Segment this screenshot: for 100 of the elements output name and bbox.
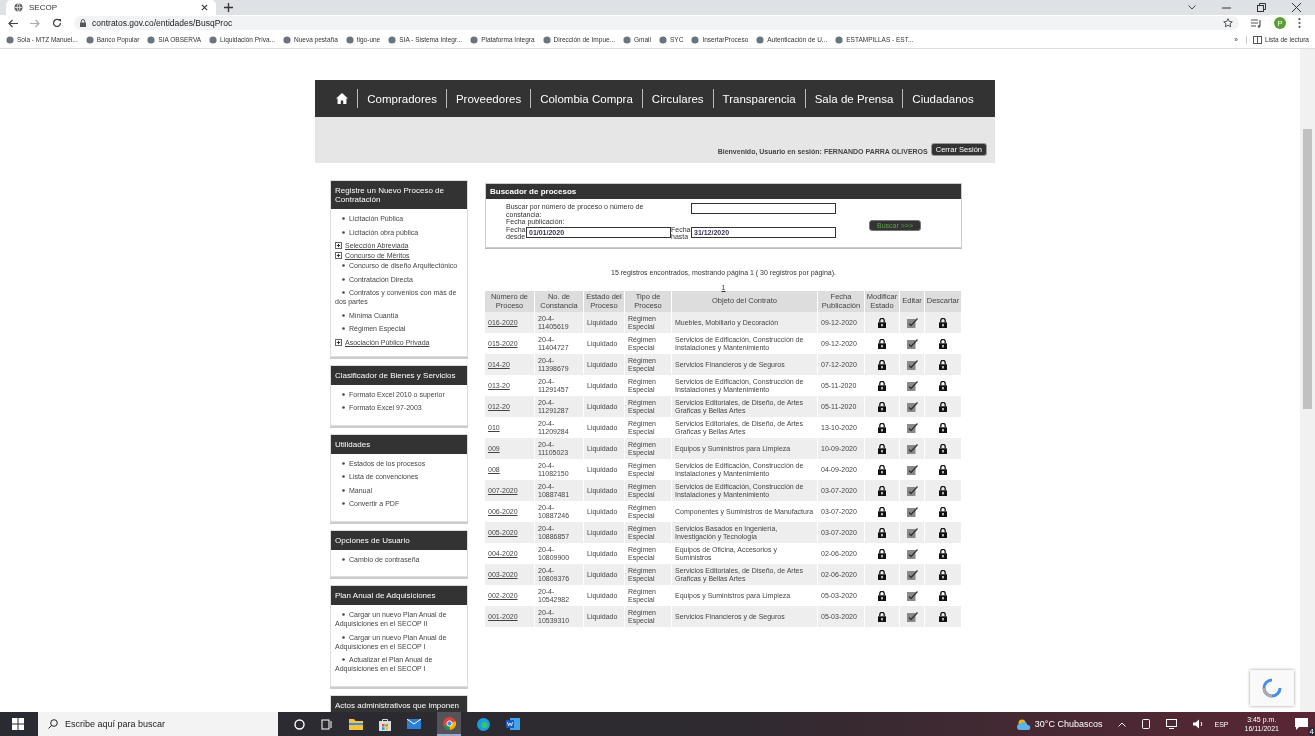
panel-title: Buscador de procesos bbox=[486, 184, 961, 199]
lock-icon[interactable] bbox=[878, 422, 886, 433]
edit-icon[interactable] bbox=[906, 401, 918, 412]
back-arrow-icon[interactable] bbox=[8, 18, 18, 28]
network-icon[interactable] bbox=[1166, 719, 1178, 729]
nav-link[interactable]: Proveedores bbox=[455, 92, 522, 105]
envelope-icon[interactable] bbox=[407, 719, 421, 729]
edit-icon[interactable] bbox=[906, 548, 918, 559]
lock-icon[interactable] bbox=[939, 485, 947, 496]
lock-icon[interactable] bbox=[939, 401, 947, 412]
edit-icon[interactable] bbox=[906, 527, 918, 538]
tablet-icon[interactable] bbox=[1142, 719, 1151, 729]
bullet-icon bbox=[342, 392, 345, 396]
edit-icon[interactable] bbox=[906, 359, 918, 370]
lock-icon[interactable] bbox=[939, 527, 947, 538]
edit-icon[interactable] bbox=[906, 422, 918, 433]
bullet-icon bbox=[342, 658, 345, 662]
speaker-icon[interactable] bbox=[1193, 719, 1205, 729]
sidebar-heading: Opciones de Usuario bbox=[331, 530, 467, 550]
lock-icon[interactable] bbox=[878, 443, 886, 454]
lock-icon[interactable] bbox=[939, 590, 947, 601]
process-number-field[interactable] bbox=[691, 203, 836, 214]
lock-icon[interactable] bbox=[939, 380, 947, 391]
lock-icon[interactable] bbox=[878, 317, 886, 328]
edit-icon[interactable] bbox=[906, 485, 918, 496]
weather-cloud-icon[interactable] bbox=[1016, 718, 1031, 730]
edit-icon[interactable] bbox=[906, 569, 918, 580]
new-tab-icon[interactable] bbox=[224, 3, 233, 12]
minimize-icon[interactable] bbox=[1222, 6, 1231, 9]
star-icon[interactable] bbox=[1223, 18, 1233, 28]
circle-icon[interactable] bbox=[294, 718, 305, 730]
circle-icon bbox=[147, 35, 156, 44]
edit-icon[interactable] bbox=[906, 464, 918, 475]
nav-link[interactable]: Circulares bbox=[651, 92, 704, 105]
lock-icon[interactable] bbox=[878, 506, 886, 517]
lock-icon[interactable] bbox=[878, 527, 886, 538]
lock-icon[interactable] bbox=[878, 590, 886, 601]
scrollbar-thumb[interactable] bbox=[1303, 129, 1312, 409]
lock-icon[interactable] bbox=[939, 464, 947, 475]
reading-list-icon[interactable] bbox=[1251, 18, 1262, 28]
lock-icon[interactable] bbox=[878, 401, 886, 412]
reload-icon[interactable] bbox=[52, 18, 62, 28]
browser-app-icon[interactable] bbox=[442, 716, 456, 730]
menu-icon[interactable] bbox=[1298, 18, 1301, 28]
edit-icon[interactable] bbox=[906, 338, 918, 349]
nav-link[interactable]: Compradores bbox=[367, 92, 437, 105]
restore-icon[interactable] bbox=[1257, 3, 1266, 12]
bullet-icon bbox=[342, 277, 345, 281]
nav-link[interactable]: Ciudadanos bbox=[912, 92, 974, 105]
expand-icon[interactable] bbox=[335, 252, 342, 259]
document-app-icon[interactable] bbox=[506, 718, 520, 730]
edit-icon[interactable] bbox=[906, 506, 918, 517]
browser-tab[interactable]: SECOP bbox=[6, 0, 216, 15]
lock-icon[interactable] bbox=[878, 380, 886, 391]
bullet-icon bbox=[342, 291, 345, 295]
edit-icon[interactable] bbox=[906, 443, 918, 454]
edit-icon[interactable] bbox=[906, 590, 918, 601]
search-icon bbox=[48, 719, 58, 729]
close-icon[interactable] bbox=[1292, 3, 1301, 12]
lock-icon[interactable] bbox=[939, 569, 947, 580]
edit-icon[interactable] bbox=[906, 611, 918, 622]
expand-icon[interactable] bbox=[335, 242, 342, 249]
circle-icon bbox=[659, 35, 667, 44]
chevron-up-icon[interactable] bbox=[1118, 721, 1127, 727]
chevron-down-icon[interactable] bbox=[1188, 5, 1196, 10]
lock-icon[interactable] bbox=[939, 359, 947, 370]
lock-icon[interactable] bbox=[939, 338, 947, 349]
lock-icon[interactable] bbox=[878, 464, 886, 475]
lock-icon[interactable] bbox=[878, 569, 886, 580]
nav-link[interactable]: Transparencia bbox=[722, 92, 796, 105]
lock-icon[interactable] bbox=[878, 485, 886, 496]
bullet-icon bbox=[342, 488, 345, 492]
edit-icon[interactable] bbox=[906, 317, 918, 328]
lock-icon[interactable] bbox=[939, 611, 947, 622]
lock-icon[interactable] bbox=[939, 548, 947, 559]
lock-icon[interactable] bbox=[878, 338, 886, 349]
lock-icon[interactable] bbox=[939, 317, 947, 328]
home-icon[interactable] bbox=[336, 93, 349, 104]
lock-icon[interactable] bbox=[939, 422, 947, 433]
close-icon[interactable] bbox=[201, 4, 208, 11]
lock-icon[interactable] bbox=[878, 359, 886, 370]
lock-icon[interactable] bbox=[939, 443, 947, 454]
recaptcha-badge[interactable] bbox=[1250, 670, 1294, 706]
folder-icon[interactable] bbox=[349, 718, 363, 730]
book-icon bbox=[1252, 35, 1262, 44]
nav-link[interactable]: Colombia Compra bbox=[540, 92, 633, 105]
edit-icon[interactable] bbox=[906, 380, 918, 391]
shopping-bag-icon[interactable] bbox=[379, 717, 391, 731]
address-bar[interactable]: contratos.gov.co/entidades/BusqProc bbox=[74, 16, 1239, 30]
expand-icon[interactable] bbox=[335, 338, 342, 346]
circle-icon bbox=[209, 35, 218, 44]
weather-text[interactable]: 30°C Chubascos bbox=[1034, 719, 1103, 729]
lock-icon[interactable] bbox=[878, 548, 886, 559]
lock-icon[interactable] bbox=[939, 506, 947, 517]
lock-icon[interactable] bbox=[878, 611, 886, 622]
task-view-icon[interactable] bbox=[321, 718, 333, 730]
edge-icon[interactable] bbox=[477, 717, 490, 731]
nav-link[interactable]: Sala de Prensa bbox=[814, 92, 894, 105]
windows-logo-icon[interactable] bbox=[12, 718, 24, 730]
taskbar-search-field[interactable]: Escribe aquí para buscar bbox=[38, 712, 278, 736]
